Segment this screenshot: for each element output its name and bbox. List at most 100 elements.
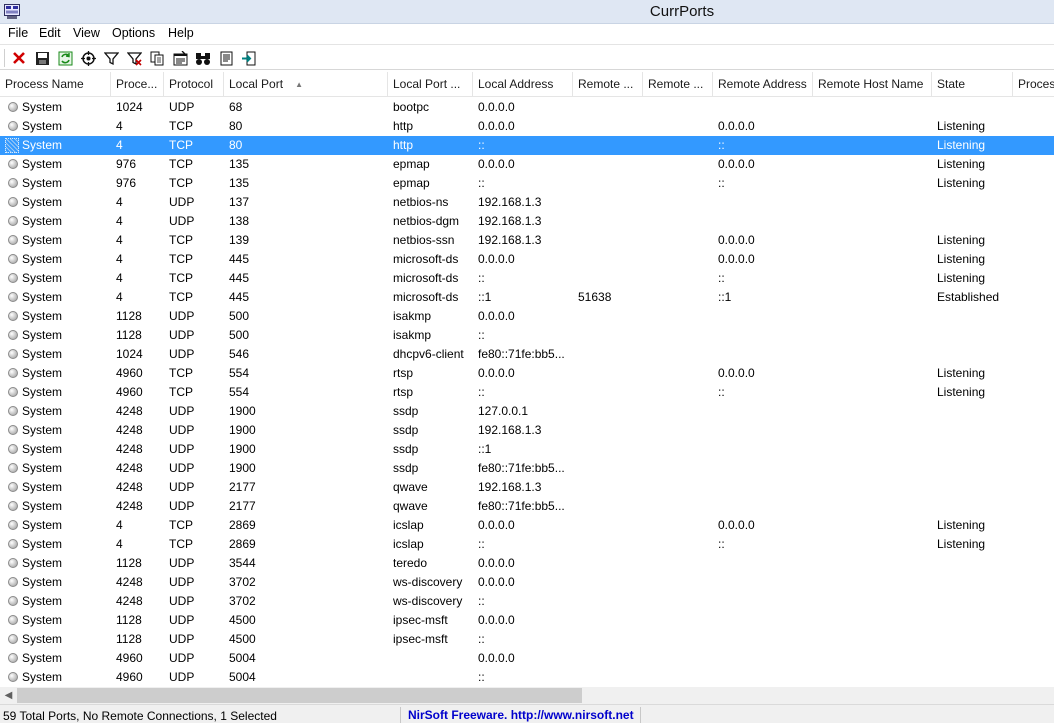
column-local-address[interactable]: Local Address xyxy=(473,72,573,97)
column-local-port-name[interactable]: Local Port ... xyxy=(388,72,473,97)
refresh-button[interactable] xyxy=(56,49,74,67)
cell-local-port-name: http xyxy=(393,119,414,133)
cell-remote-port-name xyxy=(648,383,712,402)
cell-state xyxy=(937,326,1012,345)
filter-button[interactable] xyxy=(102,49,120,67)
properties-button[interactable] xyxy=(171,49,189,67)
column-remote-port[interactable]: Remote ... xyxy=(573,72,643,97)
table-row[interactable]: System 4960 TCP 554 rtsp 0.0.0.0 0.0.0.0 Listen… xyxy=(0,364,1054,383)
cell-process-name: System xyxy=(22,480,63,494)
cell-remote-port xyxy=(578,174,642,193)
table-row[interactable]: System 4960 TCP 554 rtsp:::: Listening xyxy=(0,383,1054,402)
filter-options-button[interactable] xyxy=(125,49,143,67)
cell-remote-port: 51638 xyxy=(578,290,612,304)
cell-process-id: 4248 xyxy=(116,442,143,456)
table-row[interactable]: System 4 TCP 445 microsoft-ds 0.0.0.0 0.0.0.0 L… xyxy=(0,250,1054,269)
horizontal-scrollbar[interactable]: ◀ xyxy=(0,687,1054,704)
table-row[interactable]: System 4960 UDP 5004 0.0.0.0 xyxy=(0,649,1054,668)
table-row[interactable]: System 1128 UDP 4500 ipsec-msft:: xyxy=(0,630,1054,649)
table-row[interactable]: System 4 UDP 138 netbios-dgm 192.168.1.3 xyxy=(0,212,1054,231)
cell-protocol: UDP xyxy=(169,461,195,475)
table-row[interactable]: System 4248 UDP 1900 ssdp fe80::71fe:bb5... xyxy=(0,459,1054,478)
cell-local-address: 0.0.0.0 xyxy=(478,575,515,589)
menu-options[interactable]: Options xyxy=(111,26,156,40)
scroll-left-icon[interactable]: ◀ xyxy=(0,687,17,704)
process-icon xyxy=(8,292,18,302)
column-process-name[interactable]: Process Name xyxy=(0,72,111,97)
table-row[interactable]: System 4248 UDP 2177 qwave 192.168.1.3 xyxy=(0,478,1054,497)
table-row[interactable]: System 4248 UDP 1900 ssdp::1 xyxy=(0,440,1054,459)
exit-button[interactable] xyxy=(240,49,258,67)
copy-button[interactable] xyxy=(148,49,166,67)
table-row[interactable]: System 4248 UDP 1900 ssdp 192.168.1.3 xyxy=(0,421,1054,440)
table-row[interactable]: System 1024 UDP 68 bootpc 0.0.0.0 xyxy=(0,98,1054,117)
cell-state xyxy=(937,497,1012,516)
table-row[interactable]: System 1128 UDP 3544 teredo 0.0.0.0 xyxy=(0,554,1054,573)
table-row[interactable]: System 976 TCP 135 epmap 0.0.0.0 0.0.0.0 Listen… xyxy=(0,155,1054,174)
table-row[interactable]: System 4 TCP 139 netbios-ssn 192.168.1.3 0.0.0… xyxy=(0,231,1054,250)
copy-icon xyxy=(150,51,163,65)
table-row[interactable]: System 4 TCP 80 http 0.0.0.0 0.0.0.0 Listening xyxy=(0,117,1054,136)
menu-help[interactable]: Help xyxy=(167,26,195,40)
table-row[interactable]: System 1128 UDP 500 isakmp 0.0.0.0 xyxy=(0,307,1054,326)
column-remote-port-name[interactable]: Remote ... xyxy=(643,72,713,97)
process-icon xyxy=(8,520,18,530)
table-row[interactable]: System 4 TCP 445 microsoft-ds::1 51638::1 Esta… xyxy=(0,288,1054,307)
cell-protocol: UDP xyxy=(169,442,195,456)
column-protocol[interactable]: Protocol xyxy=(164,72,224,97)
table-row[interactable]: System 1128 UDP 4500 ipsec-msft 0.0.0.0 xyxy=(0,611,1054,630)
menu-view[interactable]: View xyxy=(72,26,101,40)
table-row[interactable]: System 4 TCP 445 microsoft-ds:::: Listening xyxy=(0,269,1054,288)
menu-file[interactable]: File xyxy=(7,26,29,40)
cell-local-port-name: http xyxy=(393,138,414,152)
table-row[interactable]: System 4248 UDP 3702 ws-discovery:: xyxy=(0,592,1054,611)
column-process-id[interactable]: Proce... xyxy=(111,72,164,97)
column-local-port[interactable]: Local Port ▲ xyxy=(224,72,388,97)
nirsoft-link[interactable]: NirSoft Freeware. http://www.nirsoft.net xyxy=(408,708,634,722)
table-row[interactable]: System 976 TCP 135 epmap:::: Listening xyxy=(0,174,1054,193)
table-row[interactable]: System 4 TCP 2869 icslap 0.0.0.0 0.0.0.0 Listen… xyxy=(0,516,1054,535)
column-remote-address[interactable]: Remote Address xyxy=(713,72,813,97)
cell-process-path xyxy=(1018,611,1054,630)
cell-remote-port xyxy=(578,478,642,497)
close-connections-button[interactable] xyxy=(10,49,28,67)
cell-remote-port xyxy=(578,193,642,212)
cell-process-name: System xyxy=(22,214,63,228)
cell-local-address: 0.0.0.0 xyxy=(478,157,515,171)
column-process-path[interactable]: Proces xyxy=(1013,72,1054,97)
process-icon xyxy=(8,102,18,112)
cell-process-name: System xyxy=(22,157,63,171)
cell-process-id: 4248 xyxy=(116,423,143,437)
save-button[interactable] xyxy=(33,49,51,67)
cell-protocol: UDP xyxy=(169,632,195,646)
table-row[interactable]: System 1128 UDP 500 isakmp:: xyxy=(0,326,1054,345)
ports-list[interactable]: Process Name Proce... Protocol Local Por… xyxy=(0,72,1054,687)
cell-process-path xyxy=(1018,307,1054,326)
table-row[interactable]: System 1024 UDP 546 dhcpv6-client fe80::71fe:… xyxy=(0,345,1054,364)
cell-remote-host-name xyxy=(818,478,931,497)
table-row[interactable]: System 4 UDP 137 netbios-ns 192.168.1.3 xyxy=(0,193,1054,212)
table-row[interactable]: System 4248 UDP 2177 qwave fe80::71fe:bb5... xyxy=(0,497,1054,516)
scrollbar-thumb[interactable] xyxy=(17,688,582,703)
table-row[interactable]: System 4248 UDP 3702 ws-discovery 0.0.0.0 xyxy=(0,573,1054,592)
crosshair-button[interactable] xyxy=(79,49,97,67)
table-row[interactable]: System 4248 UDP 1900 ssdp 127.0.0.1 xyxy=(0,402,1054,421)
cell-process-name: System xyxy=(22,404,63,418)
cell-remote-host-name xyxy=(818,117,931,136)
html-report-button[interactable] xyxy=(217,49,235,67)
column-state[interactable]: State xyxy=(932,72,1013,97)
table-row[interactable]: System 4960 UDP 5004:: xyxy=(0,668,1054,687)
cell-local-port-name: dhcpv6-client xyxy=(393,347,464,361)
cell-local-port: 135 xyxy=(229,157,250,171)
process-icon xyxy=(8,425,18,435)
cell-local-port: 445 xyxy=(229,252,250,266)
cell-local-port: 2869 xyxy=(229,518,256,532)
table-row[interactable]: System 4 TCP 2869 icslap:::: Listening xyxy=(0,535,1054,554)
cell-local-port: 3544 xyxy=(229,556,256,570)
cell-local-port-name: ssdp xyxy=(393,442,419,456)
find-button[interactable] xyxy=(194,49,212,67)
column-remote-host-name[interactable]: Remote Host Name xyxy=(813,72,932,97)
cell-state xyxy=(937,478,1012,497)
menu-edit[interactable]: Edit xyxy=(38,26,62,40)
table-row[interactable]: System 4 TCP 80 http:::: Listening xyxy=(0,136,1054,155)
